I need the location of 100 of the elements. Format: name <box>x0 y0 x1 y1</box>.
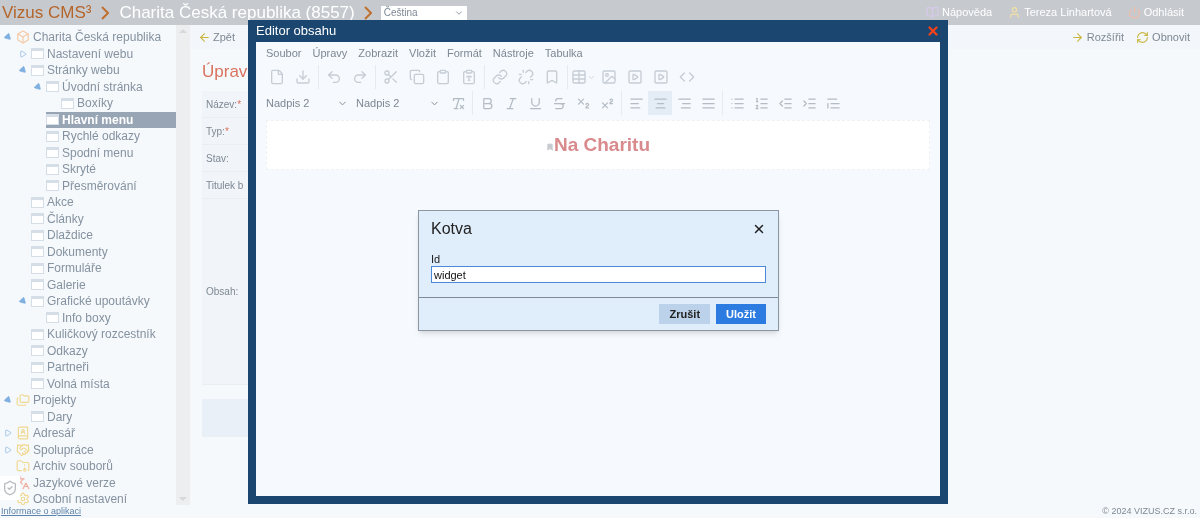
user-icon <box>1008 6 1022 19</box>
menu-item[interactable]: Formát <box>447 44 482 62</box>
page-icon <box>31 279 44 291</box>
page-icon <box>46 130 59 142</box>
tree-item[interactable]: Dary <box>31 408 81 425</box>
menu-item[interactable]: Tabulka <box>544 44 583 62</box>
tree-item[interactable]: Partneři <box>31 359 98 376</box>
tree-item[interactable]: Formuláře <box>31 260 110 277</box>
font-format-select[interactable]: Nadpis 2 <box>352 94 444 112</box>
tree-item[interactable]: Spodní menu <box>46 144 142 161</box>
collapsed-toggle[interactable] <box>19 49 27 58</box>
top-link[interactable]: Odhlásit <box>1127 4 1184 21</box>
breadcrumb-chevron-icon <box>101 5 110 20</box>
page-icon <box>46 81 59 93</box>
page-icon <box>31 411 44 423</box>
tree-item[interactable]: Grafické upoutávky <box>31 293 158 310</box>
tree-item[interactable]: Hlavní menu <box>46 111 176 128</box>
tree-item[interactable]: Osobní nastavení <box>16 491 136 505</box>
folders-icon <box>16 393 30 408</box>
toolbar-button[interactable]: Rozšířit <box>1070 28 1125 46</box>
address-book-icon <box>16 426 30 441</box>
expanded-toggle[interactable] <box>19 297 27 306</box>
tree-item[interactable]: Akce <box>31 194 82 211</box>
align-center-icon[interactable] <box>648 91 672 115</box>
field-label: Stav: <box>206 151 229 166</box>
logo[interactable]: Vizus CMS³ <box>2 2 92 23</box>
menu-item[interactable]: Nástroje <box>492 44 534 62</box>
refresh-icon <box>1136 30 1150 44</box>
required-asterisk: * <box>237 97 242 112</box>
tree-item[interactable]: Galerie <box>31 276 94 293</box>
settings-icon <box>16 492 30 505</box>
save-button[interactable]: Uložit <box>716 304 766 324</box>
expanded-toggle[interactable] <box>34 82 42 91</box>
tree-item[interactable]: Info boxy <box>46 309 119 326</box>
menu-item[interactable]: Soubor <box>266 44 302 62</box>
breadcrumb-chevron-icon <box>363 5 372 20</box>
document-heading: Na Charitu <box>553 132 651 157</box>
tree-item[interactable]: Dlaždice <box>31 227 102 244</box>
back-button[interactable]: Zpět <box>198 28 235 46</box>
required-asterisk: * <box>224 124 229 139</box>
page-icon <box>31 328 44 340</box>
field-label: Obsah: <box>206 285 239 299</box>
tree-item[interactable]: Volná místa <box>31 375 118 392</box>
tree-item[interactable]: Kuličkový rozcestník <box>31 326 164 343</box>
toolbar-button[interactable]: Obnovit <box>1136 28 1190 46</box>
copyright-text: © 2024 VIZUS.CZ s.r.o. <box>1102 504 1198 518</box>
collapsed-toggle[interactable] <box>4 445 12 454</box>
tree-item[interactable]: Jazykové verze <box>16 474 124 491</box>
privacy-badge[interactable] <box>0 476 20 500</box>
expand-arrow-icon <box>1070 30 1084 44</box>
page-icon <box>31 196 44 208</box>
tree-item[interactable]: Charita Česká republika <box>16 29 170 46</box>
tree-item[interactable]: Projekty <box>16 392 85 409</box>
info-link[interactable]: Informace o aplikaci <box>1 504 82 518</box>
tree-item[interactable]: Články <box>31 210 92 227</box>
menu-item[interactable]: Úpravy <box>312 44 348 62</box>
field-label: Typ: <box>206 124 225 139</box>
page-heading: Úprav <box>202 61 248 83</box>
page-icon <box>31 48 44 60</box>
page-icon <box>31 345 44 357</box>
block-format-select[interactable]: Nadpis 2 <box>262 94 352 112</box>
language-select[interactable]: Čeština <box>380 5 467 20</box>
top-link[interactable]: Tereza Linhartová <box>1008 4 1112 21</box>
tree-item[interactable]: Úvodní stránka <box>46 78 151 95</box>
page-icon <box>46 180 59 192</box>
tree-item[interactable]: Nastavení webu <box>31 45 142 62</box>
site-title: Charita Česká republika (8557) <box>119 2 355 23</box>
collapsed-toggle[interactable] <box>4 429 12 438</box>
expanded-toggle[interactable] <box>4 396 12 405</box>
power-icon <box>1127 6 1141 19</box>
page-icon <box>46 312 59 324</box>
field-label: Titulek b <box>206 178 244 193</box>
scrollbar[interactable] <box>176 25 190 505</box>
tree-item[interactable]: Stránky webu <box>31 62 128 79</box>
tree-item[interactable]: Skryté <box>46 161 104 178</box>
page-icon <box>31 262 44 274</box>
tree-item[interactable]: Přesměrování <box>46 177 145 194</box>
menu-item[interactable]: Zobrazit <box>358 44 399 62</box>
book-icon <box>926 6 940 19</box>
tree-item[interactable]: Odkazy <box>31 342 96 359</box>
menu-item[interactable]: Vložit <box>409 44 436 62</box>
page-icon <box>46 114 59 126</box>
archive-folder-icon <box>16 459 30 474</box>
tree-item[interactable]: Rychlé odkazy <box>46 128 149 145</box>
field-label: Název: <box>206 97 238 112</box>
tree-item[interactable]: Dokumenty <box>31 243 116 260</box>
tree-item[interactable]: Spolupráce <box>16 441 102 458</box>
cancel-button[interactable]: Zrušit <box>659 304 711 324</box>
expanded-toggle[interactable] <box>19 66 27 75</box>
page-icon <box>31 246 44 258</box>
tree-item[interactable]: Archiv souborů <box>16 458 122 475</box>
tree-item[interactable]: Boxíky <box>61 95 121 112</box>
arrow-left-icon <box>198 30 211 44</box>
page-icon <box>46 147 59 159</box>
tree-item[interactable]: Adresář <box>16 425 84 442</box>
close-button[interactable] <box>752 222 766 236</box>
expanded-toggle[interactable] <box>4 33 12 42</box>
page-icon <box>46 163 59 175</box>
top-link[interactable]: Nápověda <box>926 4 993 21</box>
id-input-field[interactable]: widget <box>431 266 766 283</box>
